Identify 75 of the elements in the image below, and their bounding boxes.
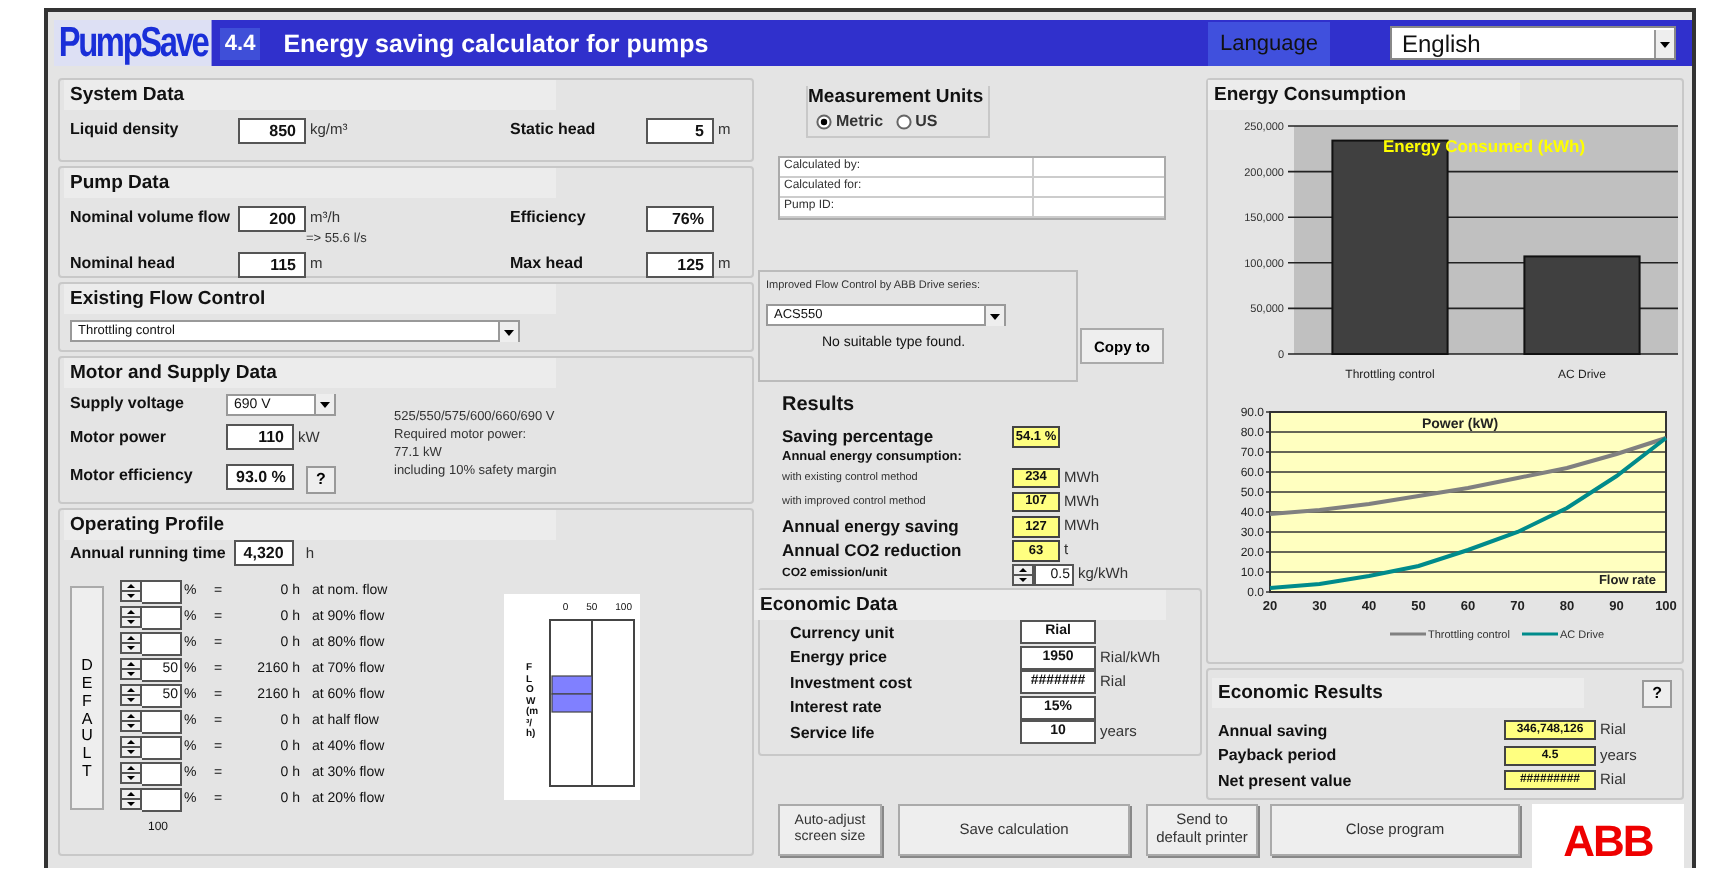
input-field[interactable]: 125	[646, 252, 714, 278]
input-field[interactable]: 200	[238, 206, 306, 232]
field-label: Interest rate	[788, 698, 884, 717]
spinner-icon[interactable]	[120, 710, 142, 732]
spinner-icon[interactable]	[120, 788, 142, 810]
default-button[interactable]: DEFAULT	[70, 586, 104, 810]
result-label: Annual energy saving	[782, 514, 961, 538]
section-heading: Existing Flow Control	[64, 284, 556, 314]
input-field[interactable]	[142, 605, 182, 629]
result-label: Annual CO2 reduction	[782, 538, 964, 562]
caret-icon	[498, 321, 518, 341]
language-label: Language	[1208, 21, 1330, 65]
input-field[interactable]: 93.0 %	[226, 463, 294, 489]
caret-icon	[314, 394, 334, 414]
section-heading: Motor and Supply Data	[64, 358, 556, 388]
spinner-icon[interactable]	[120, 606, 142, 628]
field-label: Motor efficiency	[70, 464, 195, 488]
field-label: Energy price	[788, 648, 889, 667]
field-label: Net present value	[1218, 771, 1354, 790]
spinner-icon[interactable]	[1012, 563, 1034, 585]
input-field[interactable]: 110	[226, 424, 294, 450]
input-field[interactable]: 5	[646, 118, 714, 144]
unit-option[interactable]: US	[895, 112, 938, 130]
spinner-icon[interactable]	[120, 580, 142, 602]
bar	[1523, 255, 1641, 355]
spinner-icon[interactable]	[120, 762, 142, 784]
section-heading: Economic Data	[754, 590, 1166, 620]
field-label: Supply voltage	[70, 392, 186, 416]
section-heading: Economic Results	[1212, 678, 1584, 708]
field-label: Efficiency	[510, 206, 588, 230]
input-field[interactable]	[142, 761, 182, 785]
input-field[interactable]	[142, 787, 182, 811]
field-label: Annual running time	[70, 541, 226, 565]
field-label: Nominal volume flow	[70, 206, 233, 230]
section-heading: System Data	[64, 80, 556, 110]
language-dropdown[interactable]: English	[1390, 26, 1676, 60]
input-field[interactable]: 115	[238, 252, 306, 278]
field-label: Payback period	[1218, 746, 1339, 765]
app-title: Energy saving calculator for pumps	[283, 29, 711, 57]
radio-button[interactable]	[816, 113, 832, 129]
field-label: Investment cost	[788, 673, 914, 692]
spinner-icon[interactable]	[120, 632, 142, 654]
section-heading: Results	[782, 394, 857, 416]
field-label: Motor power	[70, 425, 168, 449]
input-field[interactable]	[142, 631, 182, 655]
spinner-icon[interactable]	[120, 736, 142, 758]
section-heading: Operating Profile	[64, 510, 556, 540]
radio-button[interactable]	[895, 113, 912, 129]
field-label: Nominal head	[70, 252, 177, 276]
company-logo: ABB	[1532, 804, 1684, 868]
field-label: Currency unit	[788, 623, 897, 642]
field-label: Static head	[510, 118, 598, 142]
spinner-icon[interactable]	[120, 684, 142, 706]
result-label: Saving percentage	[782, 424, 936, 448]
section-heading: Measurement Units	[808, 86, 986, 108]
field-label: Max head	[510, 252, 585, 276]
field-label: Liquid density	[70, 118, 181, 142]
version-label: 4.4	[220, 27, 260, 59]
help-button[interactable]: ?	[306, 465, 336, 493]
section-heading: Pump Data	[64, 168, 556, 198]
app-logo: PumpSave	[54, 20, 213, 66]
unit-option[interactable]: Metric	[816, 112, 884, 130]
input-field[interactable]	[142, 735, 182, 759]
input-field[interactable]	[142, 579, 182, 603]
caret-icon	[984, 305, 1004, 325]
spinner-icon[interactable]	[120, 658, 142, 680]
caret-icon	[1654, 29, 1674, 57]
input-field[interactable]: 4,320	[233, 540, 294, 566]
input-field[interactable]	[142, 709, 182, 733]
field-label: Annual saving	[1218, 721, 1330, 740]
help-button[interactable]: ?	[1642, 679, 1672, 707]
input-field[interactable]: 76%	[646, 206, 714, 232]
section-heading: Energy Consumption	[1208, 80, 1520, 110]
input-field[interactable]: 850	[238, 118, 306, 144]
field-label: Service life	[788, 723, 877, 742]
